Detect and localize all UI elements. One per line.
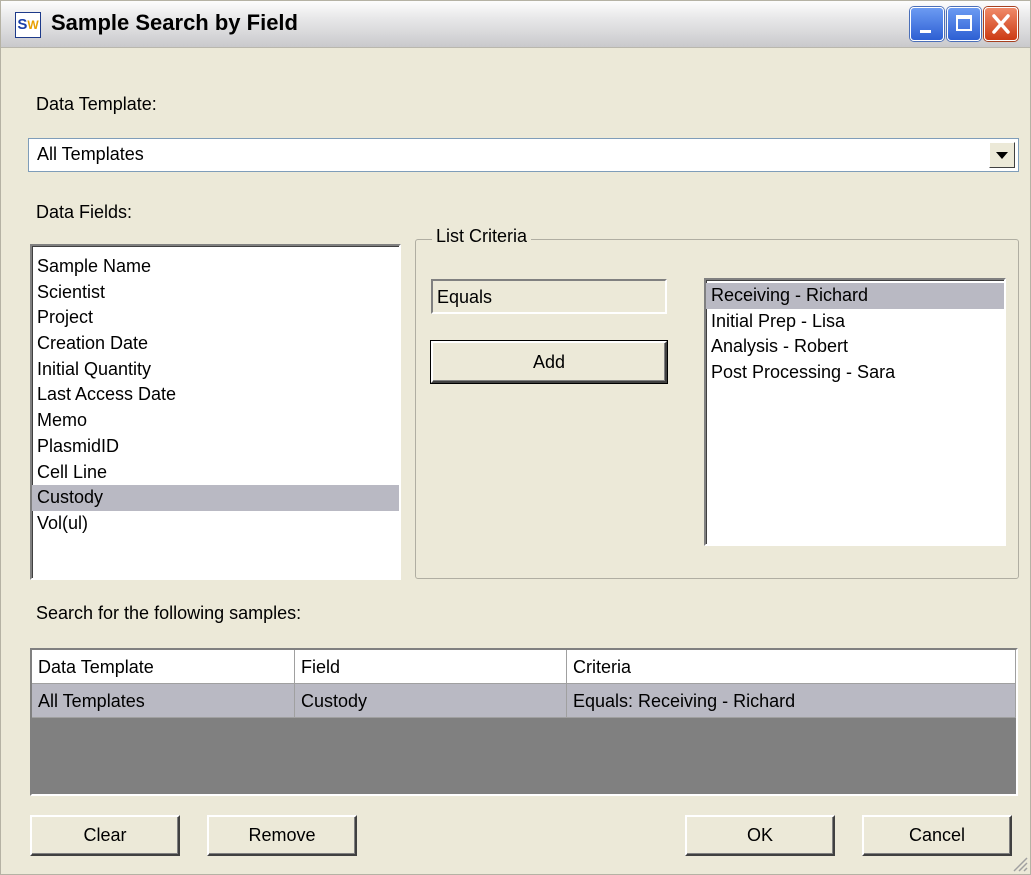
dropdown-arrow-button[interactable] bbox=[989, 142, 1015, 168]
chevron-down-icon bbox=[996, 152, 1008, 159]
minimize-icon bbox=[920, 30, 931, 33]
data-template-value: All Templates bbox=[37, 144, 144, 164]
table-row[interactable]: All Templates Custody Equals: Receiving … bbox=[32, 684, 1016, 718]
data-field-item[interactable]: Memo bbox=[32, 408, 399, 434]
data-fields-label: Data Fields: bbox=[36, 202, 133, 222]
cell-criteria: Equals: Receiving - Richard bbox=[567, 684, 1016, 718]
cell-field: Custody bbox=[295, 684, 567, 718]
window-title: Sample Search by Field bbox=[51, 10, 298, 35]
column-header-criteria[interactable]: Criteria bbox=[567, 650, 1016, 684]
data-field-item[interactable]: PlasmidID bbox=[32, 434, 399, 460]
data-field-item[interactable]: Scientist bbox=[32, 280, 399, 306]
data-field-item[interactable]: Project bbox=[32, 305, 399, 331]
operator-value: Equals bbox=[437, 287, 493, 307]
search-criteria-grid[interactable]: Data Template Field Criteria All Templat… bbox=[30, 648, 1018, 796]
operator-field: Equals bbox=[431, 279, 667, 314]
results-label: Search for the following samples: bbox=[36, 603, 302, 623]
data-field-item[interactable]: Vol(ul) bbox=[32, 511, 399, 537]
resize-grip-icon[interactable] bbox=[1010, 854, 1028, 872]
criteria-values-list[interactable]: Receiving - Richard Initial Prep - Lisa An… bbox=[704, 278, 1006, 546]
criteria-value-item[interactable]: Receiving - Richard bbox=[706, 283, 1004, 309]
criteria-value-item[interactable]: Analysis - Robert bbox=[706, 334, 1004, 360]
remove-button[interactable]: Remove bbox=[207, 815, 357, 856]
maximize-button[interactable] bbox=[947, 7, 981, 41]
data-template-label: Data Template: bbox=[36, 94, 157, 114]
data-fields-list[interactable]: Sample Name Scientist Project Creation Date… bbox=[30, 244, 401, 580]
data-template-dropdown[interactable]: All Templates bbox=[28, 138, 1019, 172]
minimize-button[interactable] bbox=[910, 7, 944, 41]
column-header-field[interactable]: Field bbox=[295, 650, 567, 684]
grid-header-row: Data Template Field Criteria bbox=[32, 650, 1016, 684]
data-field-item[interactable]: Last Access Date bbox=[32, 382, 399, 408]
data-field-item[interactable]: Initial Quantity bbox=[32, 357, 399, 383]
data-field-item[interactable]: Custody bbox=[32, 485, 399, 511]
add-button[interactable]: Add bbox=[430, 340, 668, 384]
data-field-item[interactable]: Cell Line bbox=[32, 460, 399, 486]
list-criteria-legend: List Criteria bbox=[432, 226, 532, 247]
column-header-data-template[interactable]: Data Template bbox=[32, 650, 295, 684]
clear-button[interactable]: Clear bbox=[30, 815, 180, 856]
sample-search-dialog: SW Sample Search by Field Data Template:… bbox=[0, 0, 1031, 875]
close-button[interactable] bbox=[984, 7, 1018, 41]
app-icon: SW bbox=[15, 12, 41, 38]
criteria-value-item[interactable]: Initial Prep - Lisa bbox=[706, 309, 1004, 335]
close-icon bbox=[992, 14, 1010, 34]
data-field-item[interactable]: Creation Date bbox=[32, 331, 399, 357]
cancel-button[interactable]: Cancel bbox=[862, 815, 1012, 856]
ok-button[interactable]: OK bbox=[685, 815, 835, 856]
cell-data-template: All Templates bbox=[32, 684, 295, 718]
title-bar[interactable]: SW Sample Search by Field bbox=[1, 1, 1030, 48]
criteria-value-item[interactable]: Post Processing - Sara bbox=[706, 360, 1004, 386]
maximize-icon bbox=[956, 15, 972, 31]
data-field-item[interactable]: Sample Name bbox=[32, 254, 399, 280]
